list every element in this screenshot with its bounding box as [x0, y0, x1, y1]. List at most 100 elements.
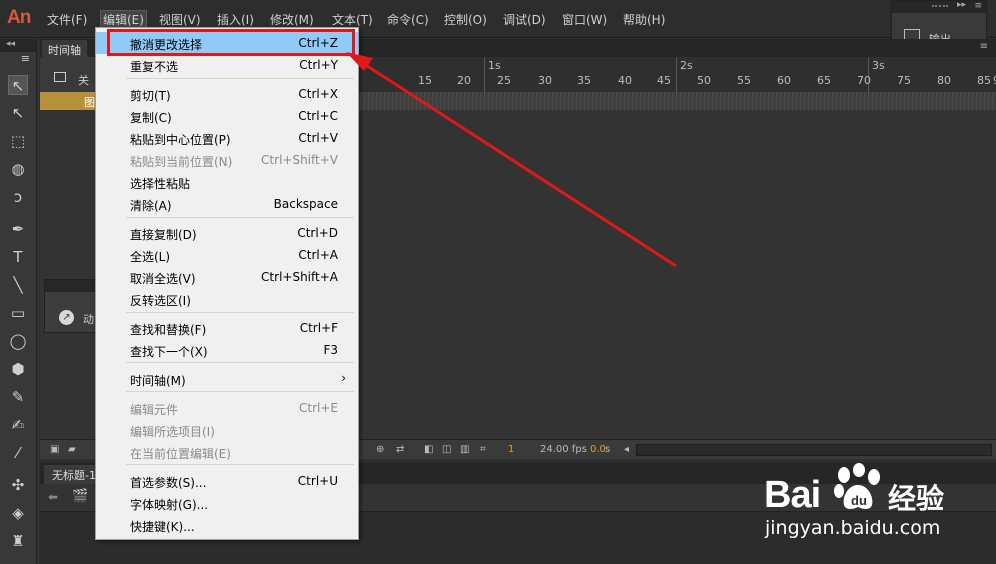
- panel-menu-icon[interactable]: ≡: [974, 1, 982, 11]
- pen-tool-icon[interactable]: ✒: [8, 219, 28, 239]
- menu-item-edit-selected: 编辑所选项目(I): [96, 419, 358, 441]
- onion-outline-icon[interactable]: ◫: [442, 444, 451, 455]
- polystar-tool-icon[interactable]: ⬢: [8, 359, 28, 379]
- onion-markers-icon[interactable]: ⌗: [480, 444, 486, 455]
- menu-window[interactable]: 窗口(W): [562, 11, 607, 28]
- layer-name[interactable]: 图: [84, 94, 95, 110]
- menu-item-redo[interactable]: 重复不选 Ctrl+Y: [96, 54, 358, 76]
- rectangle-tool-icon[interactable]: ▭: [8, 303, 28, 323]
- menu-edit[interactable]: 编辑(E): [100, 10, 147, 29]
- ruler-frame-label: 20: [457, 74, 471, 87]
- menu-text[interactable]: 文本(T): [332, 11, 373, 28]
- scene-icon[interactable]: 🎬: [72, 489, 88, 504]
- ruler-frame-label: 85: [977, 74, 991, 87]
- menu-item-invert-selection[interactable]: 反转选区(I): [96, 288, 358, 310]
- center-frame-icon[interactable]: ⊕: [376, 444, 384, 455]
- motion-presets-label[interactable]: 动: [83, 311, 94, 327]
- ink-bottle-tool-icon[interactable]: ♜: [8, 531, 28, 551]
- menu-item-font-mapping[interactable]: 字体映射(G)...: [96, 492, 358, 514]
- timeline-menu-icon[interactable]: ≡: [980, 41, 988, 52]
- new-folder-icon[interactable]: ▰: [68, 444, 76, 455]
- baidu-jingyan-watermark: du Bai 经验 jingyan.baidu.com: [760, 455, 990, 555]
- selection-tool-icon[interactable]: ↖: [8, 75, 28, 95]
- edit-multiple-frames-icon[interactable]: ▥: [460, 444, 469, 455]
- ruler-frame-label: 70: [857, 74, 871, 87]
- expand-panels-icon[interactable]: ▸▸: [957, 0, 966, 10]
- elapsed-time-unit: s: [605, 444, 611, 455]
- menu-item-timeline-submenu[interactable]: 时间轴(M) ›: [96, 368, 358, 390]
- menu-item-label: 粘贴到当前位置(N): [130, 155, 233, 169]
- menu-item-copy[interactable]: 复制(C) Ctrl+C: [96, 105, 358, 127]
- menu-modify[interactable]: 修改(M): [270, 11, 314, 28]
- menu-item-find-replace[interactable]: 查找和替换(F) Ctrl+F: [96, 317, 358, 339]
- free-transform-tool-icon[interactable]: ⬚: [8, 131, 28, 151]
- motion-presets-icon[interactable]: ↗: [59, 310, 74, 325]
- brush-tool-icon[interactable]: ✍: [8, 415, 28, 435]
- bone-tool-icon[interactable]: ✣: [8, 475, 28, 495]
- menu-item-deselect-all[interactable]: 取消全选(V) Ctrl+Shift+A: [96, 266, 358, 288]
- ruler-frame-label: 25: [497, 74, 511, 87]
- current-frame[interactable]: 1: [508, 444, 514, 455]
- onion-skin-icon[interactable]: ◧: [424, 444, 433, 455]
- menu-item-label: 查找和替换(F): [130, 323, 207, 337]
- tools-panel: ◂◂ ≡ ↖ ↖ ⬚ ◍ ↄ ✒ T ╲ ▭ ◯ ⬢ ✎ ✍ ⁄ ✣ ◈ ♜: [0, 39, 37, 564]
- 3d-rotation-tool-icon[interactable]: ◍: [8, 159, 28, 179]
- line-tool-icon[interactable]: ╲: [8, 275, 28, 295]
- menu-control[interactable]: 控制(O): [444, 11, 487, 28]
- menu-item-label: 在当前位置编辑(E): [130, 447, 231, 461]
- menu-item-shortcut: Ctrl+A: [298, 248, 338, 262]
- pencil-tool-icon[interactable]: ✎: [8, 387, 28, 407]
- scroll-left-icon[interactable]: ◂: [624, 444, 629, 455]
- animate-logo: An: [7, 7, 31, 28]
- subselection-tool-icon[interactable]: ↖: [8, 103, 28, 123]
- back-arrow-icon[interactable]: ⬅: [48, 490, 58, 504]
- panel-grip[interactable]: ▸▸ ≡: [892, 0, 986, 13]
- menu-debug[interactable]: 调试(D): [503, 11, 546, 28]
- paint-bucket-tool-icon[interactable]: ◈: [8, 503, 28, 523]
- menu-item-label: 取消全选(V): [130, 272, 196, 286]
- frame-rate[interactable]: 24.00 fps: [540, 444, 587, 455]
- tab-timeline[interactable]: 时间轴: [42, 40, 87, 57]
- frame-cells[interactable]: [356, 92, 996, 110]
- menu-item-find-next[interactable]: 查找下一个(X) F3: [96, 339, 358, 361]
- menu-item-edit-in-place: 在当前位置编辑(E): [96, 441, 358, 463]
- menu-item-clear[interactable]: 清除(A) Backspace: [96, 193, 358, 215]
- menu-item-preferences[interactable]: 首选参数(S)... Ctrl+U: [96, 470, 358, 492]
- ruler-frame-label: 35: [577, 74, 591, 87]
- new-layer-icon[interactable]: ▣: [50, 444, 59, 455]
- menu-help[interactable]: 帮助(H): [623, 11, 665, 28]
- menu-insert[interactable]: 插入(I): [217, 11, 254, 28]
- menu-item-select-all[interactable]: 全选(L) Ctrl+A: [96, 244, 358, 266]
- ruler-frame-label: 65: [817, 74, 831, 87]
- layers-icon[interactable]: [54, 72, 66, 82]
- menu-item-paste-center[interactable]: 粘贴到中心位置(P) Ctrl+V: [96, 127, 358, 149]
- lasso-tool-icon[interactable]: ↄ: [8, 187, 28, 207]
- menu-item-shortcut: Ctrl+C: [298, 109, 338, 123]
- oval-tool-icon[interactable]: ◯: [8, 331, 28, 351]
- ruler-frame-label: 80: [937, 74, 951, 87]
- panel-grip[interactable]: [45, 280, 99, 292]
- layer-header-label: 关: [78, 74, 89, 87]
- motion-presets-panel: ↗ 动: [44, 279, 100, 333]
- menu-item-label: 选择性粘贴: [130, 177, 191, 191]
- menu-view[interactable]: 视图(V): [159, 11, 201, 28]
- frame-ruler[interactable]: 1s2s3s15202530354045505560657075808590: [356, 57, 996, 92]
- menu-item-paste-special[interactable]: 选择性粘贴: [96, 171, 358, 193]
- elapsed-time[interactable]: 0.0: [590, 444, 606, 455]
- paint-brush-tool-icon[interactable]: ⁄: [8, 443, 28, 463]
- menu-item-cut[interactable]: 剪切(T) Ctrl+X: [96, 83, 358, 105]
- text-tool-icon[interactable]: T: [8, 247, 28, 267]
- menu-file[interactable]: 文件(F): [47, 11, 87, 28]
- menu-item-keyboard-shortcuts[interactable]: 快捷键(K)...: [96, 514, 358, 536]
- ruler-frame-label: 50: [697, 74, 711, 87]
- menu-item-shortcut: Backspace: [273, 197, 338, 211]
- ruler-frame-label: 30: [538, 74, 552, 87]
- menu-item-label: 编辑所选项目(I): [130, 425, 215, 439]
- menu-commands[interactable]: 命令(C): [387, 11, 429, 28]
- menu-item-duplicate[interactable]: 直接复制(D) Ctrl+D: [96, 222, 358, 244]
- loop-icon[interactable]: ⇄: [396, 444, 404, 455]
- ruler-second-label: 2s: [680, 59, 693, 72]
- toolbar-menu-icon[interactable]: ≡: [0, 52, 36, 68]
- collapse-toolbar-icon[interactable]: ◂◂: [0, 39, 36, 52]
- menu-item-label: 字体映射(G)...: [130, 498, 209, 512]
